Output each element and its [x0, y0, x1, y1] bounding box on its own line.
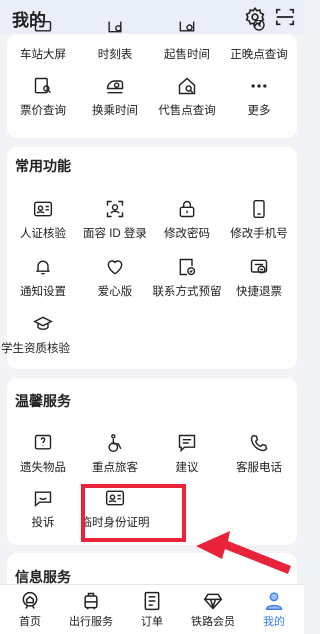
contact-reserve-item[interactable]: 联系方式预留	[151, 257, 223, 307]
tab-member[interactable]: 铁路会员	[183, 585, 243, 634]
timetable-item[interactable]: 时刻表	[79, 20, 151, 70]
notification-settings-item[interactable]: 通知设置	[7, 257, 79, 307]
student-verify-item[interactable]: 学生资质核验	[1, 314, 97, 364]
item-label: 快捷退票	[236, 286, 282, 298]
complaint-icon	[33, 488, 53, 508]
member-icon	[203, 591, 223, 611]
face-id-item[interactable]: 面容 ID 登录	[79, 199, 151, 249]
item-label: 学生资质核验	[1, 343, 70, 355]
station-screen-item[interactable]: 车站大屏	[7, 20, 79, 70]
travel-icon	[81, 591, 101, 611]
face-id-icon	[105, 199, 125, 219]
complaint-item[interactable]: 投诉	[7, 488, 79, 538]
quick-refund-item[interactable]: 快捷退票	[223, 257, 295, 307]
change-password-item[interactable]: 修改密码	[151, 199, 223, 249]
suggestion-icon	[177, 433, 197, 453]
highlight-box	[81, 484, 186, 542]
item-label: 修改手机号	[230, 228, 288, 240]
item-label: 更多	[247, 105, 271, 117]
lock-icon	[177, 199, 197, 219]
tab-label: 铁路会员	[191, 616, 235, 628]
tab-travel[interactable]: 出行服务	[61, 585, 121, 634]
key-passenger-item[interactable]: 重点旅客	[79, 433, 151, 483]
order-icon	[142, 591, 162, 611]
refund-icon	[249, 257, 269, 277]
tab-orders[interactable]: 订单	[122, 585, 182, 634]
bell-icon	[33, 257, 53, 277]
tab-profile[interactable]: 我的	[244, 585, 304, 634]
delay-query-icon	[249, 19, 269, 40]
tab-label: 订单	[141, 616, 163, 628]
fare-query-icon	[33, 76, 53, 96]
tab-home[interactable]: 首页	[0, 585, 60, 634]
change-phone-item[interactable]: 修改手机号	[223, 199, 295, 249]
id-card-icon	[33, 199, 53, 219]
more-item[interactable]: 更多	[223, 76, 295, 126]
agency-query-item[interactable]: 代售点查询	[151, 76, 223, 126]
love-edition-item[interactable]: 爱心版	[79, 257, 151, 307]
suggestion-item[interactable]: 建议	[151, 433, 223, 483]
tab-label: 我的	[263, 616, 285, 628]
fare-query-item[interactable]: 票价查询	[7, 76, 79, 126]
more-icon	[249, 76, 269, 96]
section-title: 温馨服务	[15, 393, 71, 409]
tab-bar: 首页 出行服务 订单 铁路会员 我的	[0, 584, 304, 634]
profile-icon	[264, 591, 284, 611]
agency-query-icon	[177, 76, 197, 96]
sale-time-icon	[177, 20, 197, 40]
phone-call-icon	[249, 433, 269, 453]
transfer-time-icon	[105, 76, 125, 96]
top-grid-card: 车站大屏 时刻表 起售时间 正晚点查询 票价查询 换乘时间 代售点查询 更多	[7, 19, 297, 138]
delay-query-item[interactable]: 正晚点查询	[223, 19, 295, 70]
tab-label: 出行服务	[69, 616, 113, 628]
section-title: 常用功能	[15, 158, 71, 174]
tab-label: 首页	[19, 616, 41, 628]
sale-time-item[interactable]: 起售时间	[151, 20, 223, 70]
station-screen-icon	[33, 20, 53, 40]
lost-items-item[interactable]: 遗失物品	[7, 433, 79, 483]
customer-service-item[interactable]: 客服电话	[223, 433, 295, 483]
home-icon	[20, 591, 40, 611]
item-label: 正晚点查询	[230, 49, 288, 61]
contact-icon	[177, 257, 197, 277]
common-functions-card: 常用功能 人证核验 面容 ID 登录 修改密码 修改手机号 通知设置 爱心版 联…	[1, 147, 297, 369]
lost-item-icon	[33, 433, 53, 453]
item-label: 客服电话	[236, 462, 282, 474]
phone-icon	[249, 199, 269, 219]
wheelchair-icon	[105, 433, 125, 453]
graduation-cap-icon	[33, 314, 53, 334]
timetable-icon	[105, 20, 125, 40]
heart-icon	[105, 257, 125, 277]
transfer-time-item[interactable]: 换乘时间	[79, 76, 151, 126]
id-verify-item[interactable]: 人证核验	[7, 199, 79, 249]
